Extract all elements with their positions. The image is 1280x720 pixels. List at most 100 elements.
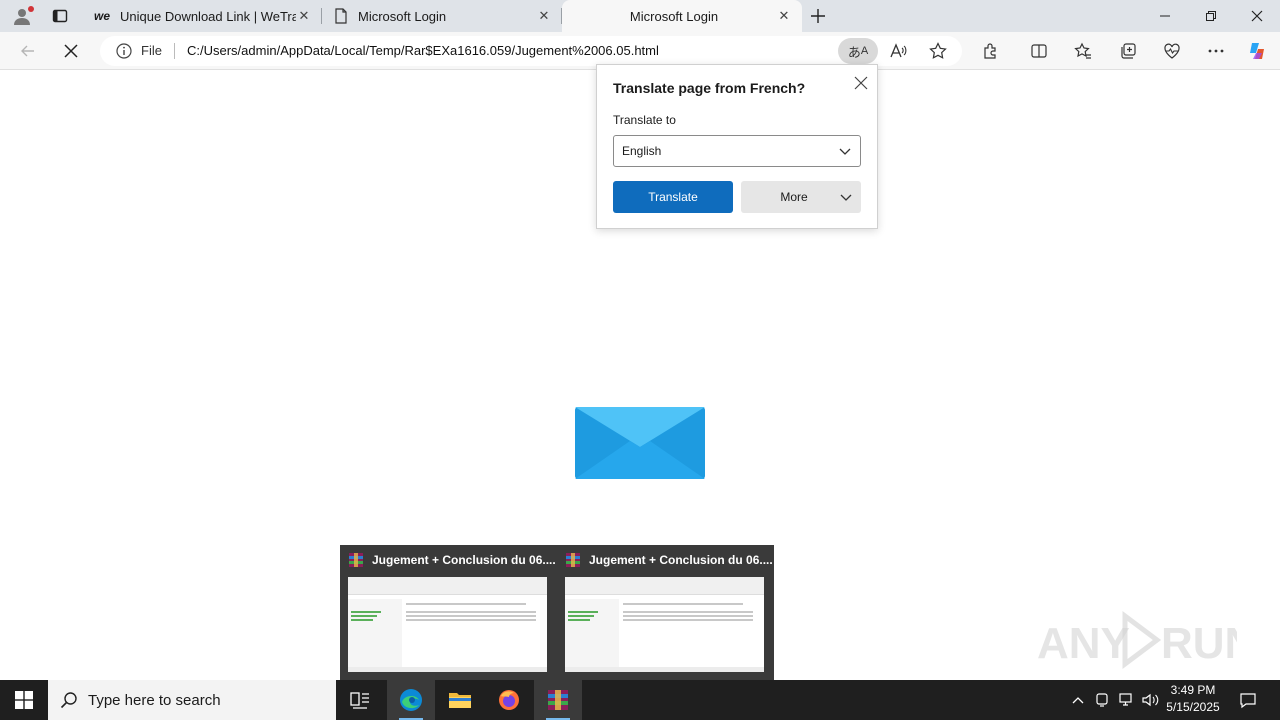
selected-language: English bbox=[622, 144, 662, 158]
start-button[interactable] bbox=[0, 680, 48, 720]
taskbar-edge[interactable] bbox=[387, 680, 435, 720]
back-button[interactable] bbox=[13, 36, 43, 66]
read-aloud-icon bbox=[890, 43, 907, 58]
taskbar-winrar[interactable] bbox=[534, 680, 582, 720]
window-thumbnail[interactable]: Jugement + Conclusion du 06.... bbox=[557, 545, 773, 680]
device-icon bbox=[1096, 693, 1108, 707]
plus-icon bbox=[811, 9, 825, 23]
translate-button[interactable]: あA bbox=[838, 38, 878, 64]
copilot-button[interactable] bbox=[1242, 36, 1272, 66]
favorites-icon bbox=[1074, 42, 1091, 59]
minimize-button[interactable] bbox=[1142, 0, 1188, 32]
svg-text:ANY: ANY bbox=[1037, 619, 1130, 668]
favorite-button[interactable] bbox=[926, 39, 950, 63]
thumbnail-title: Jugement + Conclusion du 06.... bbox=[589, 553, 773, 567]
stop-loading-button[interactable] bbox=[56, 36, 86, 66]
svg-text:RUN: RUN bbox=[1161, 619, 1237, 668]
tab-actions-icon bbox=[52, 9, 68, 23]
new-tab-button[interactable] bbox=[806, 4, 830, 28]
chevron-down-icon bbox=[840, 194, 852, 201]
read-aloud-button[interactable] bbox=[886, 39, 910, 63]
document-icon bbox=[335, 8, 347, 24]
split-screen-button[interactable] bbox=[1024, 36, 1054, 66]
thumbnail-preview bbox=[565, 577, 764, 672]
restore-button[interactable] bbox=[1188, 0, 1234, 32]
folder-icon bbox=[449, 693, 471, 708]
translate-popup: Translate page from French? Translate to… bbox=[596, 64, 878, 229]
volume-icon bbox=[1142, 693, 1159, 707]
taskbar-clock[interactable]: 3:49 PM 5/15/2025 bbox=[1160, 682, 1226, 718]
network-icon bbox=[1119, 693, 1132, 706]
restore-icon bbox=[1206, 11, 1216, 21]
translate-confirm-button[interactable]: Translate bbox=[613, 181, 733, 213]
anyrun-watermark-logo: ANY RUN bbox=[1037, 611, 1237, 669]
tab-title: Microsoft Login bbox=[629, 8, 719, 24]
tab-actions-button[interactable] bbox=[44, 4, 76, 28]
window-thumbnail[interactable]: Jugement + Conclusion du 06.... bbox=[340, 545, 556, 680]
notifications-button[interactable] bbox=[1232, 680, 1264, 720]
more-options-button[interactable]: More bbox=[741, 181, 861, 213]
heart-pulse-icon bbox=[1164, 43, 1180, 59]
more-icon bbox=[1208, 49, 1224, 53]
minimize-icon bbox=[1160, 15, 1170, 17]
close-tab-icon[interactable]: ✕ bbox=[536, 8, 552, 24]
close-tab-icon[interactable]: ✕ bbox=[296, 8, 312, 24]
taskbar-firefox[interactable] bbox=[485, 680, 533, 720]
back-arrow-icon bbox=[21, 45, 34, 57]
tab-title: Unique Download Link | WeTrans bbox=[120, 8, 296, 24]
taskbar-file-explorer[interactable] bbox=[436, 680, 484, 720]
close-popup-button[interactable] bbox=[851, 73, 871, 93]
collections-button[interactable] bbox=[1113, 36, 1143, 66]
url-text[interactable]: C:/Users/admin/AppData/Local/Temp/Rar$EX… bbox=[187, 43, 659, 58]
tray-volume-icon[interactable] bbox=[1140, 680, 1162, 720]
thumbnail-preview bbox=[348, 577, 547, 672]
settings-more-button[interactable] bbox=[1201, 36, 1231, 66]
more-button-label: More bbox=[780, 190, 808, 204]
tray-device-icon[interactable] bbox=[1092, 680, 1112, 720]
thumbnail-title: Jugement + Conclusion du 06.... bbox=[372, 553, 556, 567]
clock-date: 5/15/2025 bbox=[1166, 700, 1220, 714]
close-tab-icon[interactable]: ✕ bbox=[776, 8, 792, 24]
notification-icon bbox=[1240, 693, 1256, 709]
scheme-label: File bbox=[141, 43, 162, 58]
winrar-icon bbox=[566, 553, 580, 567]
browser-tab-bar: we Unique Download Link | WeTrans ✕ Micr… bbox=[0, 0, 1280, 32]
collections-icon bbox=[1121, 43, 1136, 59]
chevron-down-icon bbox=[839, 148, 851, 155]
translate-icon: あ bbox=[847, 44, 861, 60]
stop-icon bbox=[64, 44, 78, 58]
search-placeholder: Type here to search bbox=[88, 692, 221, 709]
tray-network-icon[interactable] bbox=[1116, 680, 1138, 720]
task-view-button[interactable] bbox=[336, 680, 384, 720]
address-bar[interactable]: File C:/Users/admin/AppData/Local/Temp/R… bbox=[100, 36, 962, 66]
search-icon bbox=[60, 692, 77, 709]
task-view-icon bbox=[350, 692, 369, 709]
tab-microsoft-login-active[interactable]: Microsoft Login ✕ bbox=[562, 0, 802, 32]
puzzle-icon bbox=[984, 43, 996, 59]
tab-microsoft-login-1[interactable]: Microsoft Login ✕ bbox=[324, 0, 562, 32]
info-icon[interactable] bbox=[116, 43, 132, 59]
taskbar-search-box[interactable]: Type here to search bbox=[48, 680, 336, 720]
language-select[interactable]: English bbox=[613, 135, 861, 167]
close-icon bbox=[1251, 10, 1263, 22]
edge-icon bbox=[400, 689, 422, 711]
chevron-up-icon bbox=[1072, 697, 1084, 704]
winrar-icon bbox=[349, 553, 363, 567]
favorites-button[interactable] bbox=[1068, 36, 1098, 66]
wetransfer-logo-icon: we bbox=[94, 9, 111, 23]
windows-logo-icon bbox=[15, 691, 33, 709]
browser-essentials-button[interactable] bbox=[1157, 36, 1187, 66]
extensions-button[interactable] bbox=[976, 36, 1006, 66]
profile-avatar[interactable] bbox=[8, 4, 36, 28]
taskbar-thumbnail-flyout: Jugement + Conclusion du 06.... Jugement… bbox=[340, 545, 774, 680]
winrar-icon bbox=[548, 690, 568, 710]
tab-wetransfer[interactable]: we Unique Download Link | WeTrans ✕ bbox=[84, 0, 322, 32]
tab-title: Microsoft Login bbox=[358, 8, 447, 24]
envelope-icon bbox=[575, 407, 705, 479]
show-hidden-icons-button[interactable] bbox=[1068, 680, 1088, 720]
split-screen-icon bbox=[1031, 44, 1047, 58]
star-icon bbox=[929, 42, 947, 59]
windows-taskbar: Type here to search 3:49 PM 5/15/2025 bbox=[0, 680, 1280, 720]
close-icon bbox=[854, 76, 868, 90]
close-window-button[interactable] bbox=[1234, 0, 1280, 32]
